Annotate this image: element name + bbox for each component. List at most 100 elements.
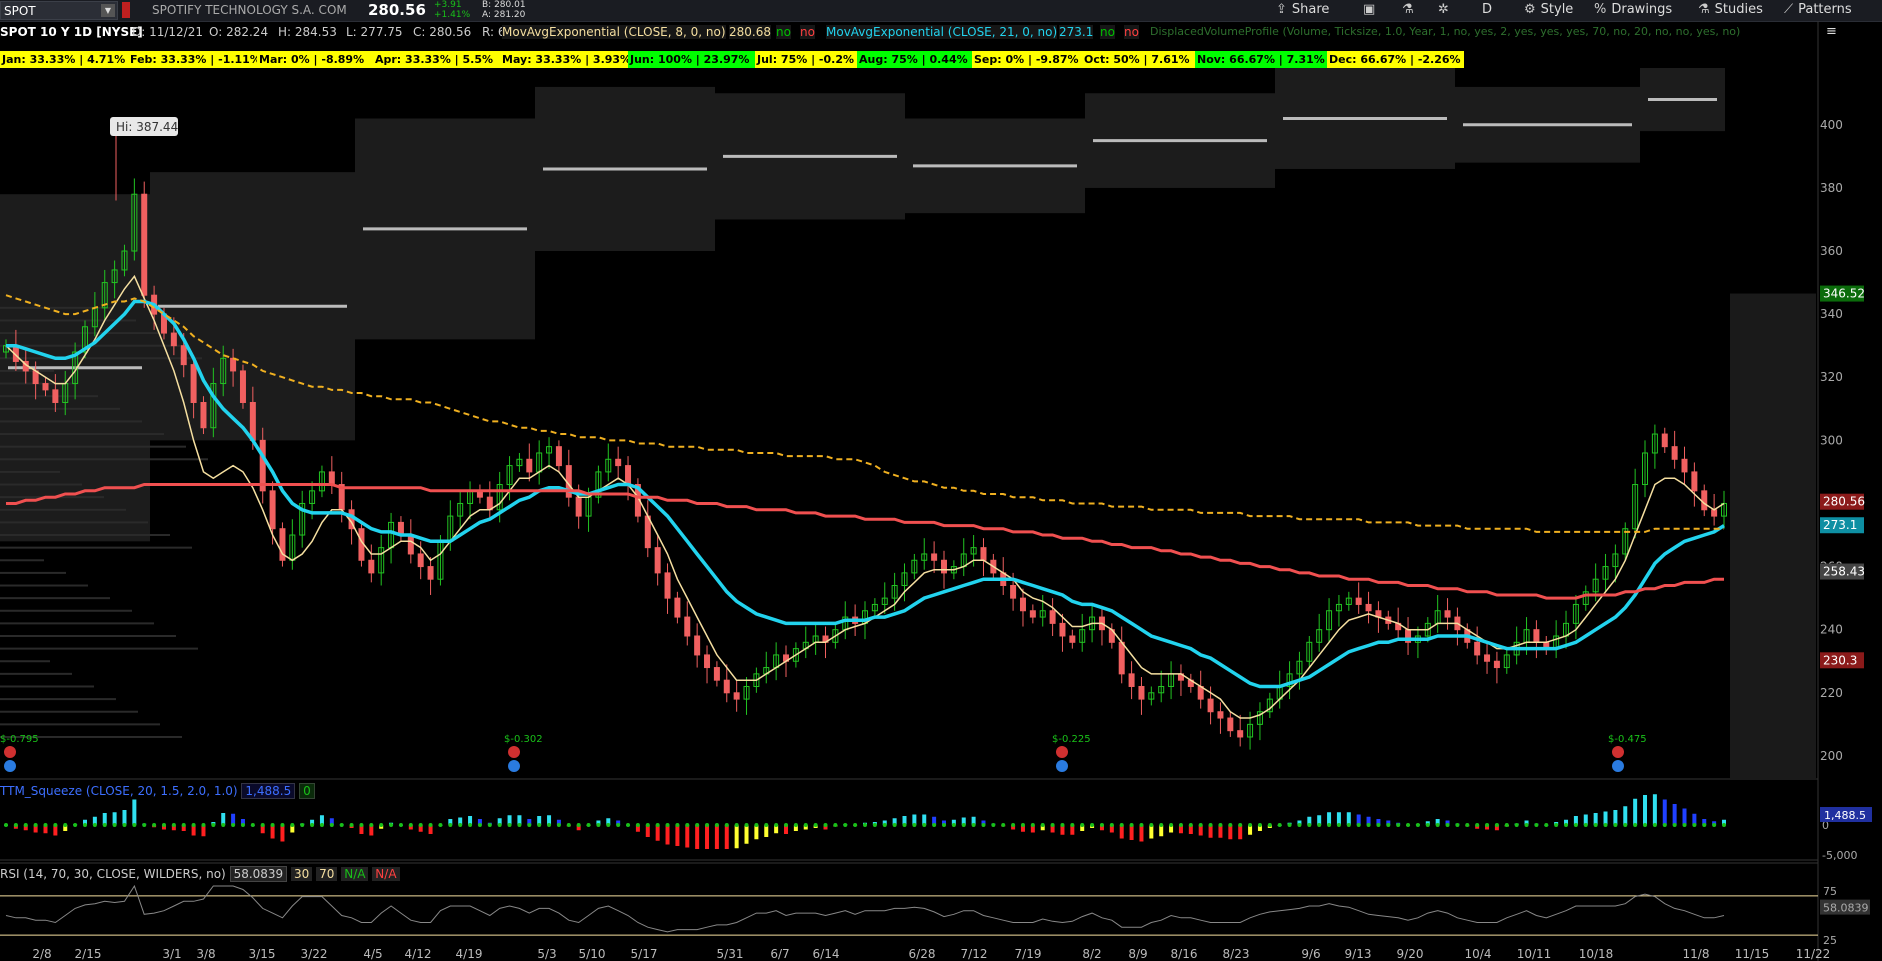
squeeze-dot <box>63 823 68 827</box>
info-icon[interactable] <box>4 760 16 772</box>
squeeze-dot <box>922 823 927 827</box>
squeeze-dot <box>1188 823 1193 827</box>
dividend-label: $-0.795 <box>0 734 39 745</box>
info-icon[interactable] <box>1056 760 1068 772</box>
squeeze-dot <box>665 823 670 827</box>
squeeze-dot <box>843 823 848 827</box>
earnings-icon[interactable] <box>508 746 520 758</box>
earnings-icon[interactable] <box>1056 746 1068 758</box>
y-tick-label: 200 <box>1820 749 1843 763</box>
squeeze-dot <box>1011 823 1016 827</box>
squeeze-dot <box>872 823 877 827</box>
squeeze-dot <box>1662 823 1667 827</box>
squeeze-dot <box>1623 823 1628 827</box>
ttm-bar <box>714 825 719 849</box>
ttm-bar <box>665 825 670 845</box>
squeeze-dot <box>1583 823 1588 827</box>
earnings-icon[interactable] <box>1612 746 1624 758</box>
x-tick-label: 3/15 <box>249 947 276 961</box>
squeeze-dot <box>1643 823 1648 827</box>
earnings-icon[interactable] <box>4 746 16 758</box>
squeeze-dot <box>1386 823 1391 827</box>
x-tick-label: 11/15 <box>1735 947 1770 961</box>
squeeze-dot <box>280 823 285 827</box>
candle <box>1138 685 1145 700</box>
squeeze-dot <box>606 823 611 827</box>
squeeze-dot <box>784 823 789 827</box>
dividend-label: $-0.225 <box>1052 734 1091 745</box>
squeeze-dot <box>764 823 769 827</box>
squeeze-dot <box>201 823 206 827</box>
candle <box>1059 622 1066 637</box>
candle <box>417 553 424 568</box>
squeeze-dot <box>1208 823 1213 827</box>
squeeze-dot <box>1001 823 1006 827</box>
squeeze-dot <box>1327 823 1332 827</box>
squeeze-dot <box>1415 823 1420 827</box>
ttm-bar <box>122 810 127 825</box>
squeeze-dot <box>122 823 127 827</box>
squeeze-dot <box>240 823 245 827</box>
squeeze-dot <box>1613 823 1618 827</box>
squeeze-dot <box>981 823 986 827</box>
squeeze-dot <box>82 823 87 827</box>
x-tick-label: 4/19 <box>456 947 483 961</box>
squeeze-dot <box>339 823 344 827</box>
squeeze-dot <box>191 823 196 827</box>
ttm-bar <box>1139 825 1144 842</box>
squeeze-dot <box>774 823 779 827</box>
rsi-os: 70 <box>316 867 338 881</box>
candle <box>368 559 375 574</box>
candle <box>200 401 207 429</box>
squeeze-dot <box>1455 823 1460 827</box>
ttm-bar <box>1149 825 1154 839</box>
ttm-bar <box>655 825 660 841</box>
ttm-bar <box>1119 825 1124 839</box>
y-tick-label: 320 <box>1820 370 1843 384</box>
squeeze-dot <box>1396 823 1401 827</box>
squeeze-dot <box>1702 823 1707 827</box>
candle <box>1355 597 1362 605</box>
squeeze-dot <box>1277 823 1282 827</box>
squeeze-dot <box>714 823 719 827</box>
candle <box>1237 730 1244 738</box>
squeeze-dot <box>724 823 729 827</box>
volume-profile <box>0 68 1816 778</box>
squeeze-dot <box>221 823 226 827</box>
ttm-bar <box>1643 795 1648 825</box>
ttm-bar <box>734 825 739 849</box>
candle <box>625 465 632 486</box>
squeeze-dot <box>635 823 640 827</box>
price-chart[interactable]: 200220240260280300320340360380400 346.52… <box>0 0 1882 961</box>
squeeze-dot <box>537 823 542 827</box>
candle <box>940 559 947 574</box>
squeeze-dot <box>181 823 186 827</box>
candle <box>1474 641 1481 656</box>
candle <box>704 654 711 669</box>
candle <box>1029 610 1036 618</box>
squeeze-dot <box>1564 823 1569 827</box>
candle <box>1128 673 1135 687</box>
squeeze-dot <box>389 823 394 827</box>
squeeze-dot <box>932 823 937 827</box>
squeeze-dot <box>1534 823 1539 827</box>
candle <box>42 383 49 391</box>
rsi-legend: RSI (14, 70, 30, CLOSE, WILDERS, no) 58.… <box>0 866 400 882</box>
squeeze-dot <box>13 823 18 827</box>
candle <box>230 357 237 372</box>
squeeze-dot <box>853 823 858 827</box>
candle <box>980 547 987 561</box>
candle <box>1019 597 1026 612</box>
info-icon[interactable] <box>508 760 520 772</box>
info-icon[interactable] <box>1612 760 1624 772</box>
squeeze-dot <box>231 823 236 827</box>
squeeze-dot <box>1376 823 1381 827</box>
ma-line <box>6 483 1724 600</box>
rsi-axis-label: 25 <box>1823 934 1837 947</box>
y-tick-label: 380 <box>1820 181 1843 195</box>
squeeze-dot <box>1257 823 1262 827</box>
menu-icon[interactable]: ≡ <box>1826 22 1837 43</box>
squeeze-dot <box>1445 823 1450 827</box>
squeeze-dot <box>319 823 324 827</box>
squeeze-dot <box>1090 823 1095 827</box>
